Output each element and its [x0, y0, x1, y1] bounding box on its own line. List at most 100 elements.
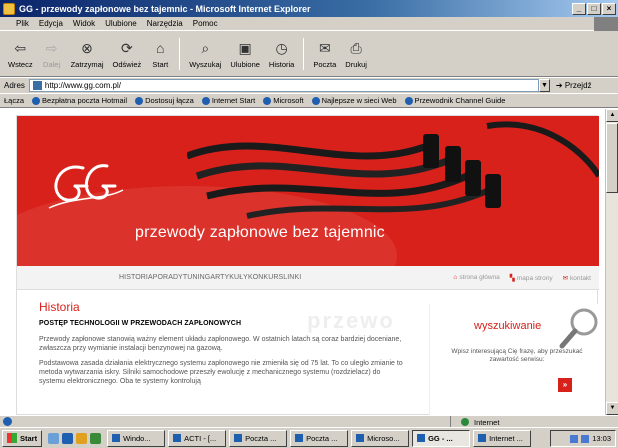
task-button[interactable]: Internet ...	[473, 429, 532, 447]
history-button[interactable]: ◷ Historia	[269, 38, 294, 70]
link-internet-start[interactable]: Internet Start	[201, 96, 256, 105]
menu-tools[interactable]: Narzędzia	[147, 19, 183, 28]
task-label: Poczta ...	[306, 433, 338, 443]
tray-icon[interactable]	[570, 434, 579, 443]
task-button-active[interactable]: GG - ...	[412, 429, 471, 447]
start-button[interactable]: Start	[2, 429, 43, 447]
window-icon	[173, 434, 182, 442]
forward-button[interactable]: ⇨ Dalej	[42, 38, 62, 70]
sitemap-link[interactable]: ▚ mapa strony	[510, 274, 553, 282]
desktop-icon[interactable]	[48, 432, 60, 444]
ie-icon	[234, 434, 243, 442]
task-button[interactable]: Microso...	[351, 429, 410, 447]
ie-icon[interactable]	[62, 432, 74, 444]
task-label: Windo...	[123, 433, 151, 443]
search-title: wyszukiwanie	[474, 320, 542, 332]
go-button[interactable]: ➔ Przejdź	[556, 81, 592, 90]
mail-label: Poczta	[313, 60, 337, 69]
menu-file[interactable]: Plik	[16, 19, 29, 28]
ie-icon	[201, 96, 210, 105]
task-button[interactable]: Windo...	[107, 429, 166, 447]
window-title: GG - przewody zapłonowe bez tajemnic - M…	[19, 3, 311, 14]
outlook-icon[interactable]	[76, 432, 88, 444]
task-label: ACTI - [...	[184, 433, 217, 443]
back-arrow-icon: ⇦	[14, 39, 27, 56]
sitemap-icon: ▚	[509, 275, 515, 282]
back-button[interactable]: ⇦ Wstecz	[8, 38, 33, 70]
utility-links: ⌂ strona główna ▚ mapa strony ✉ kontakt	[453, 274, 591, 282]
ie-icon	[404, 96, 413, 105]
web-page: przewody zapłonowe bez tajemnic HISTORIA…	[16, 115, 599, 415]
task-button[interactable]: ACTI - [...	[168, 429, 227, 447]
menu-favorites[interactable]: Ulubione	[105, 19, 137, 28]
link-label: Internet Start	[211, 96, 256, 105]
link-channel-guide[interactable]: Przewodnik Channel Guide	[404, 96, 505, 105]
contact-link[interactable]: ✉ kontakt	[563, 274, 591, 282]
ie-icon	[417, 434, 426, 442]
link-label: Dostosuj łącza	[145, 96, 194, 105]
taskbar: Start Windo... ACTI - [... Poczta ... Po…	[0, 427, 618, 448]
site-nav-links[interactable]: HISTORIAPORADYTUNINGARTYKUŁYKONKURSLINKI	[119, 274, 301, 281]
magnifier-icon	[559, 308, 598, 349]
address-input[interactable]: http://www.gg.com.pl/	[28, 79, 539, 92]
clock: 13:03	[592, 434, 611, 443]
menu-view[interactable]: Widok	[73, 19, 95, 28]
main-content: Historia POSTĘP TECHNOLOGII W PRZEWODACH…	[39, 300, 403, 392]
media-icon[interactable]	[90, 432, 102, 444]
task-label: Internet ...	[489, 433, 523, 443]
task-button[interactable]: Poczta ...	[229, 429, 288, 447]
tray-icon[interactable]	[581, 434, 590, 443]
home-icon: ⌂	[156, 40, 165, 56]
link-best-of-web[interactable]: Najlepsze w sieci Web	[311, 96, 397, 105]
ie-icon	[135, 96, 144, 105]
mail-button[interactable]: ✉ Poczta	[313, 38, 337, 70]
back-label: Wstecz	[8, 60, 33, 69]
scroll-up-button[interactable]: ▲	[606, 109, 618, 122]
search-submit-button[interactable]: »	[558, 378, 572, 392]
home-button[interactable]: ⌂ Start	[150, 38, 170, 69]
menu-edit[interactable]: Edycja	[39, 19, 63, 28]
refresh-icon: ⟳	[121, 39, 133, 56]
print-icon: ⎙	[350, 39, 362, 56]
home-link[interactable]: ⌂ strona główna	[453, 274, 499, 282]
history-icon: ◷	[275, 39, 288, 56]
contact-link-label: kontakt	[570, 275, 591, 282]
menu-bar: Plik Edycja Widok Ulubione Narzędzia Pom…	[0, 17, 618, 31]
toolbar-separator	[303, 37, 305, 70]
link-label: Najlepsze w sieci Web	[321, 96, 397, 105]
status-bar: Internet	[0, 415, 618, 428]
search-button[interactable]: ⌕ Wyszukaj	[189, 38, 221, 70]
search-panel: wyszukiwanie Wpisz interesującą Cię fraz…	[429, 304, 599, 415]
toolbar: ⇦ Wstecz ⇨ Dalej ⊗ Zatrzymaj ⟳ Odśwież ⌂…	[0, 31, 618, 77]
start-label: Start	[20, 433, 38, 443]
links-label: Łącza	[4, 96, 25, 105]
scroll-thumb[interactable]	[606, 123, 618, 193]
paragraph: Podstawowa zasada działania elektryczneg…	[39, 360, 403, 385]
link-label: Bezpłatna poczta Hotmail	[42, 96, 128, 105]
title-bar: GG - przewody zapłonowe bez tajemnic - M…	[0, 0, 618, 17]
favorites-button[interactable]: ▣ Ulubione	[230, 38, 260, 70]
link-microsoft[interactable]: Microsoft	[263, 96, 304, 105]
menu-help[interactable]: Pomoc	[193, 19, 218, 28]
maximize-button[interactable]: □	[587, 2, 601, 15]
minimize-button[interactable]: _	[572, 2, 586, 15]
refresh-button[interactable]: ⟳ Odśwież	[113, 38, 142, 70]
paragraph: Przewody zapłonowe stanowią ważny elemen…	[39, 336, 402, 352]
scroll-down-button[interactable]: ▼	[606, 402, 618, 415]
favorites-icon: ▣	[238, 39, 252, 56]
ie-icon	[295, 434, 304, 442]
link-label: Microsoft	[273, 96, 304, 105]
page-heading: Historia	[39, 300, 80, 314]
sitemap-link-label: mapa strony	[516, 275, 553, 282]
quick-launch	[48, 432, 102, 444]
link-hotmail[interactable]: Bezpłatna poczta Hotmail	[32, 96, 127, 105]
link-customize[interactable]: Dostosuj łącza	[135, 96, 194, 105]
vertical-scrollbar[interactable]: ▲ ▼	[605, 109, 618, 415]
address-dropdown-button[interactable]: ▼	[538, 79, 550, 92]
task-button[interactable]: Poczta ...	[290, 429, 349, 447]
stop-button[interactable]: ⊗ Zatrzymaj	[71, 38, 104, 70]
ie-icon	[311, 96, 320, 105]
favorites-label: Ulubione	[230, 60, 260, 69]
print-button[interactable]: ⎙ Drukuj	[345, 38, 367, 70]
close-button[interactable]: ×	[602, 2, 616, 15]
